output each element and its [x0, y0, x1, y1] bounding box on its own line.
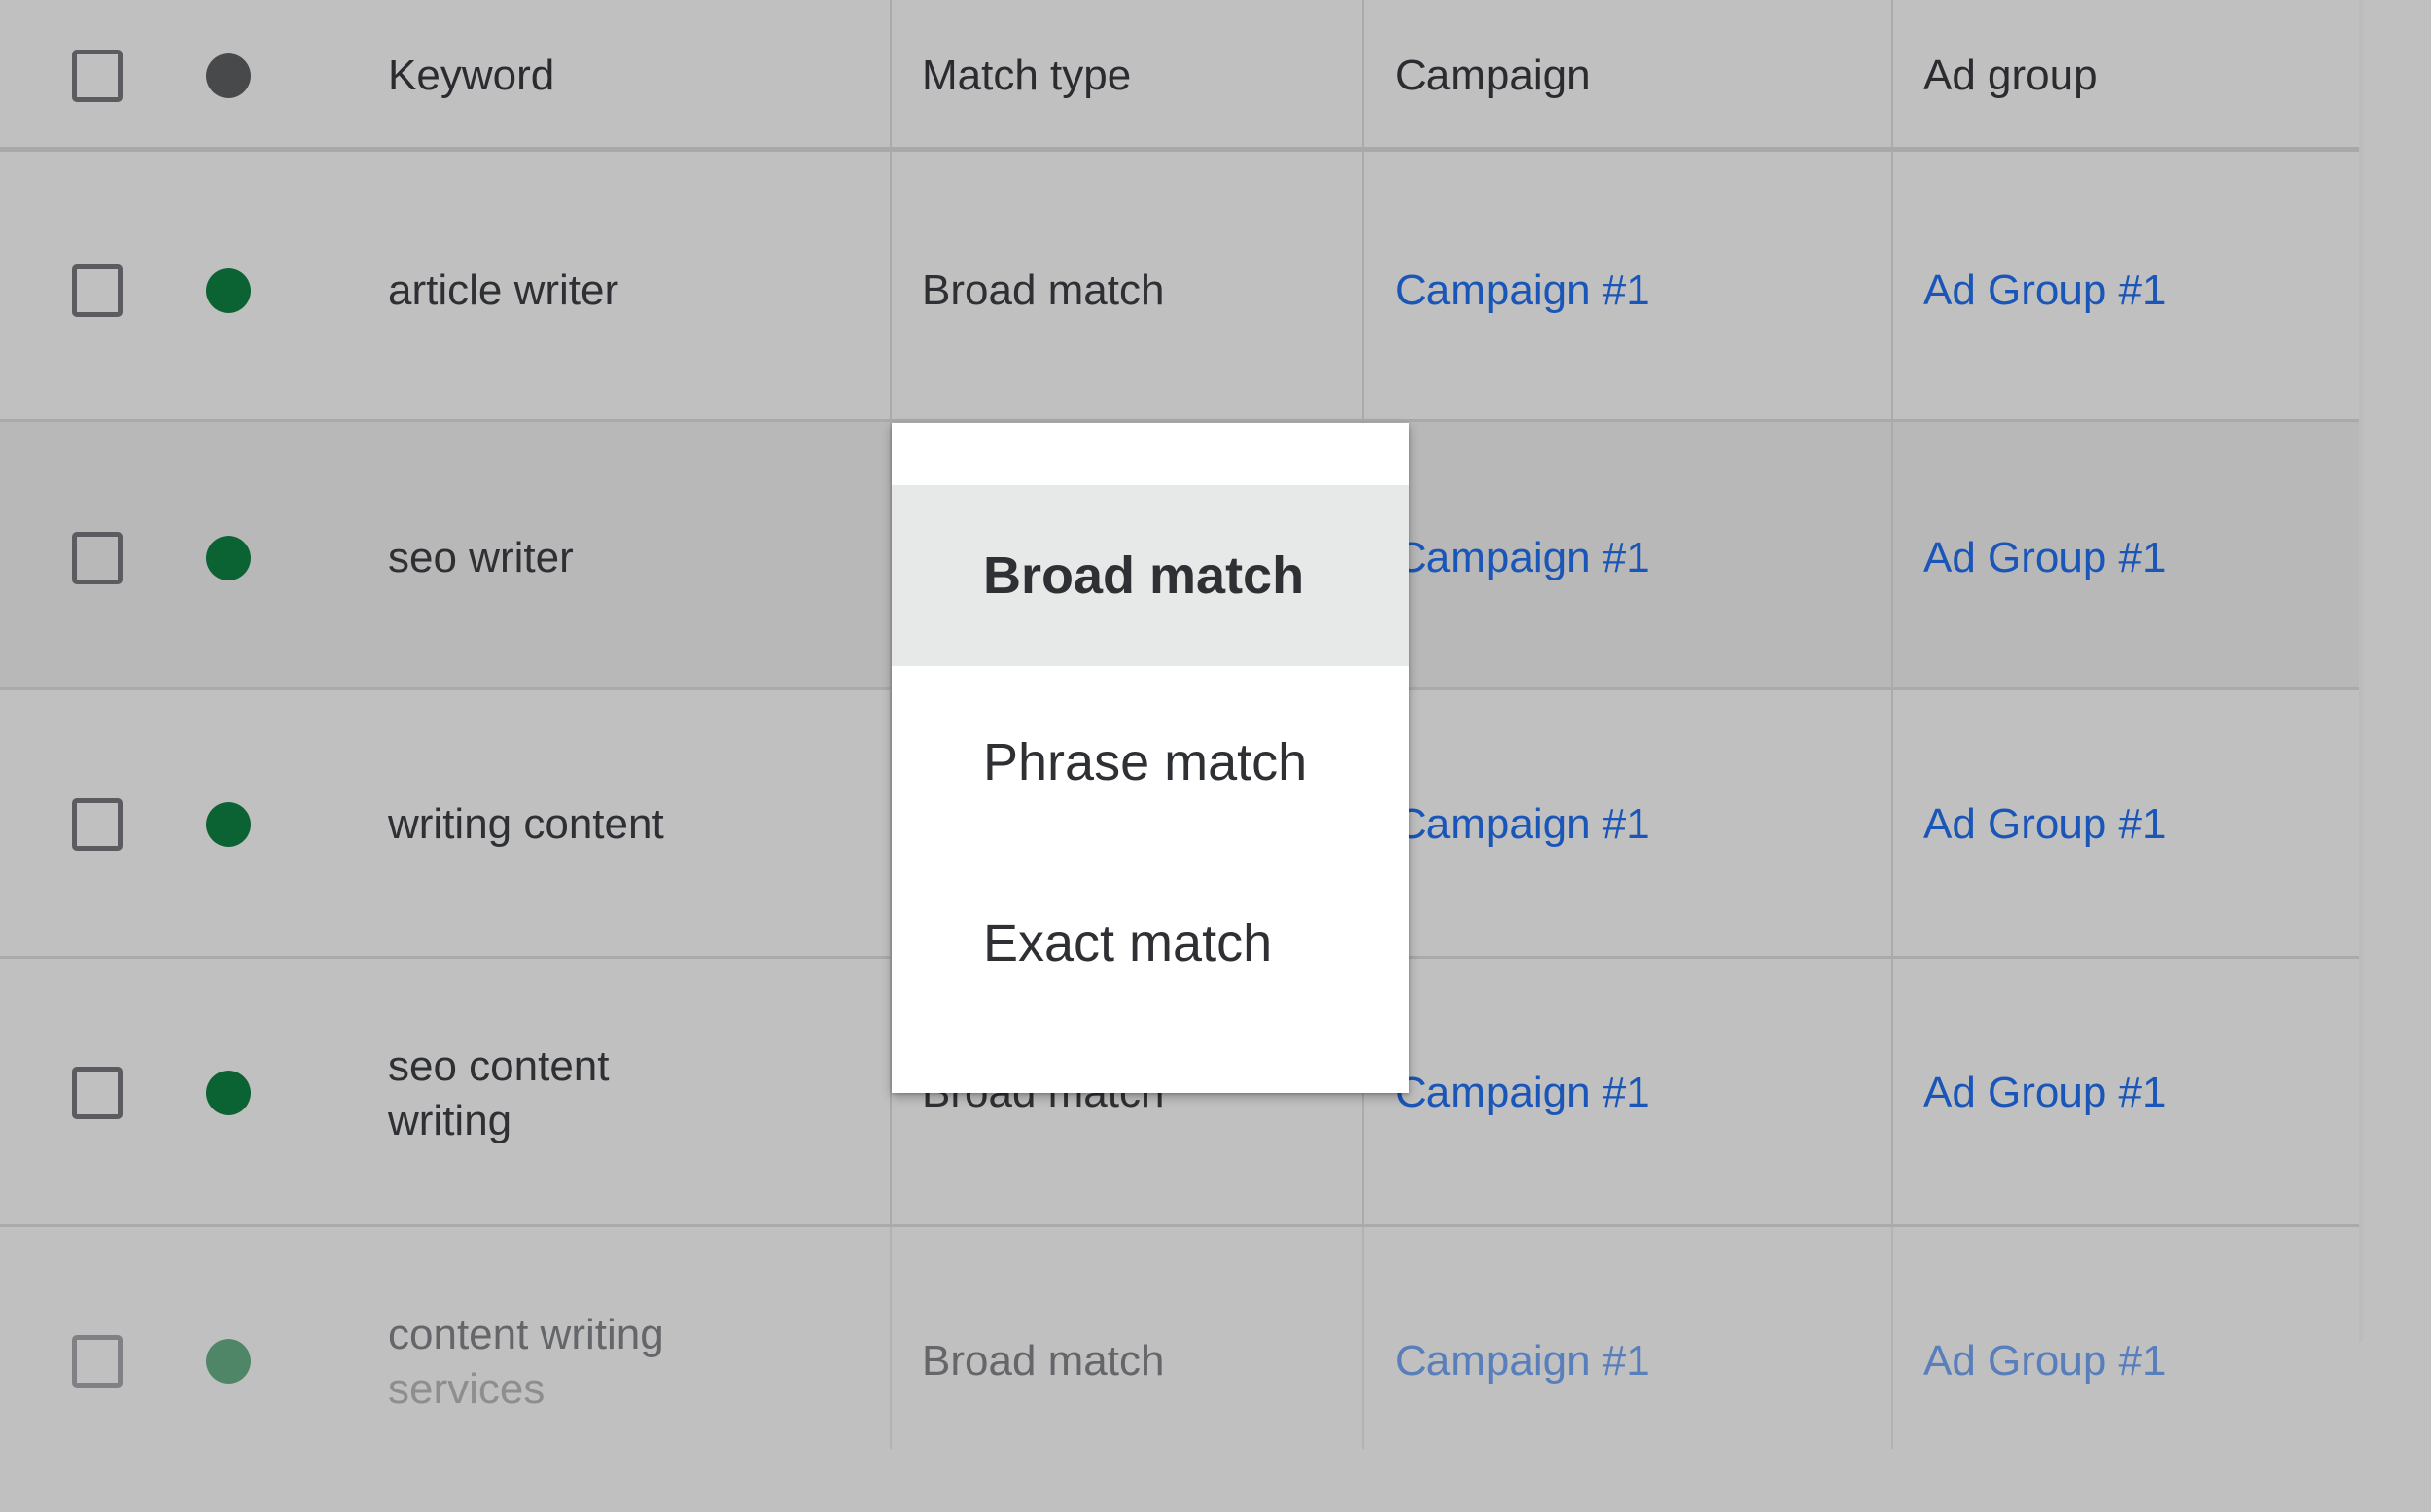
- match-type-cell[interactable]: Broad match: [922, 1334, 1164, 1389]
- keyword-cell: seo writer: [388, 534, 574, 581]
- status-enabled-icon: [206, 536, 251, 580]
- ad-group-link[interactable]: Ad Group #1: [1923, 797, 2167, 852]
- column-divider: [1362, 0, 1364, 147]
- column-divider: [1362, 152, 1364, 419]
- dropdown-option-label: Broad match: [983, 546, 1305, 605]
- column-header-ad-group[interactable]: Ad group: [1923, 49, 2097, 103]
- row-checkbox[interactable]: [72, 264, 123, 317]
- column-divider: [1891, 0, 1893, 147]
- campaign-link[interactable]: Campaign #1: [1395, 1066, 1650, 1120]
- match-type-dropdown-menu: Broad match Phrase match Exact match: [892, 423, 1409, 1093]
- column-divider: [1891, 690, 1893, 956]
- select-all-checkbox[interactable]: [72, 50, 123, 102]
- keyword-cell-line1: content writing: [388, 1311, 664, 1358]
- keyword-cell-line2: services: [388, 1365, 546, 1413]
- campaign-link[interactable]: Campaign #1: [1395, 531, 1650, 585]
- dropdown-option-exact-match[interactable]: Exact match: [892, 853, 1409, 1034]
- keyword-cell: article writer: [388, 266, 619, 314]
- ad-group-link[interactable]: Ad Group #1: [1923, 1334, 2167, 1389]
- row-checkbox[interactable]: [72, 1067, 123, 1119]
- keyword-cell-line2: writing: [388, 1097, 512, 1144]
- column-divider: [1362, 1227, 1364, 1449]
- row-checkbox[interactable]: [72, 798, 123, 851]
- status-enabled-icon: [206, 1339, 251, 1384]
- table-row[interactable]: article writer Broad match Campaign #1 A…: [0, 152, 2359, 422]
- column-header-match-type[interactable]: Match type: [922, 49, 1131, 103]
- keyword-cell-line1: seo content: [388, 1042, 610, 1090]
- column-divider: [1891, 959, 1893, 1224]
- table-row[interactable]: content writing services Broad match Cam…: [0, 1227, 2359, 1449]
- keyword-cell: writing content: [388, 800, 664, 848]
- dropdown-option-broad-match[interactable]: Broad match: [892, 485, 1409, 666]
- status-enabled-icon: [206, 802, 251, 847]
- column-divider: [1891, 1227, 1893, 1449]
- column-divider: [890, 152, 892, 419]
- table-header: Keyword Match type Campaign Ad group: [0, 0, 2359, 152]
- campaign-link[interactable]: Campaign #1: [1395, 264, 1650, 318]
- column-divider: [890, 1227, 892, 1449]
- row-checkbox[interactable]: [72, 1335, 123, 1388]
- dropdown-option-label: Exact match: [983, 914, 1273, 972]
- right-edge-divider: [2359, 0, 2363, 1342]
- campaign-link[interactable]: Campaign #1: [1395, 797, 1650, 852]
- column-divider: [1891, 152, 1893, 419]
- campaign-link[interactable]: Campaign #1: [1395, 1334, 1650, 1389]
- dropdown-option-label: Phrase match: [983, 733, 1308, 791]
- column-header-campaign[interactable]: Campaign: [1395, 49, 1591, 103]
- ad-group-link[interactable]: Ad Group #1: [1923, 1066, 2167, 1120]
- row-checkbox[interactable]: [72, 532, 123, 584]
- right-edge-fade: [2359, 0, 2431, 1512]
- column-divider: [890, 0, 892, 147]
- ad-group-link[interactable]: Ad Group #1: [1923, 264, 2167, 318]
- status-enabled-icon: [206, 268, 251, 313]
- status-column-icon: [206, 53, 251, 98]
- column-divider: [1891, 422, 1893, 687]
- status-enabled-icon: [206, 1071, 251, 1115]
- dropdown-option-phrase-match[interactable]: Phrase match: [892, 672, 1409, 853]
- match-type-cell[interactable]: Broad match: [922, 264, 1164, 318]
- ad-group-link[interactable]: Ad Group #1: [1923, 531, 2167, 585]
- column-header-keyword[interactable]: Keyword: [388, 49, 554, 103]
